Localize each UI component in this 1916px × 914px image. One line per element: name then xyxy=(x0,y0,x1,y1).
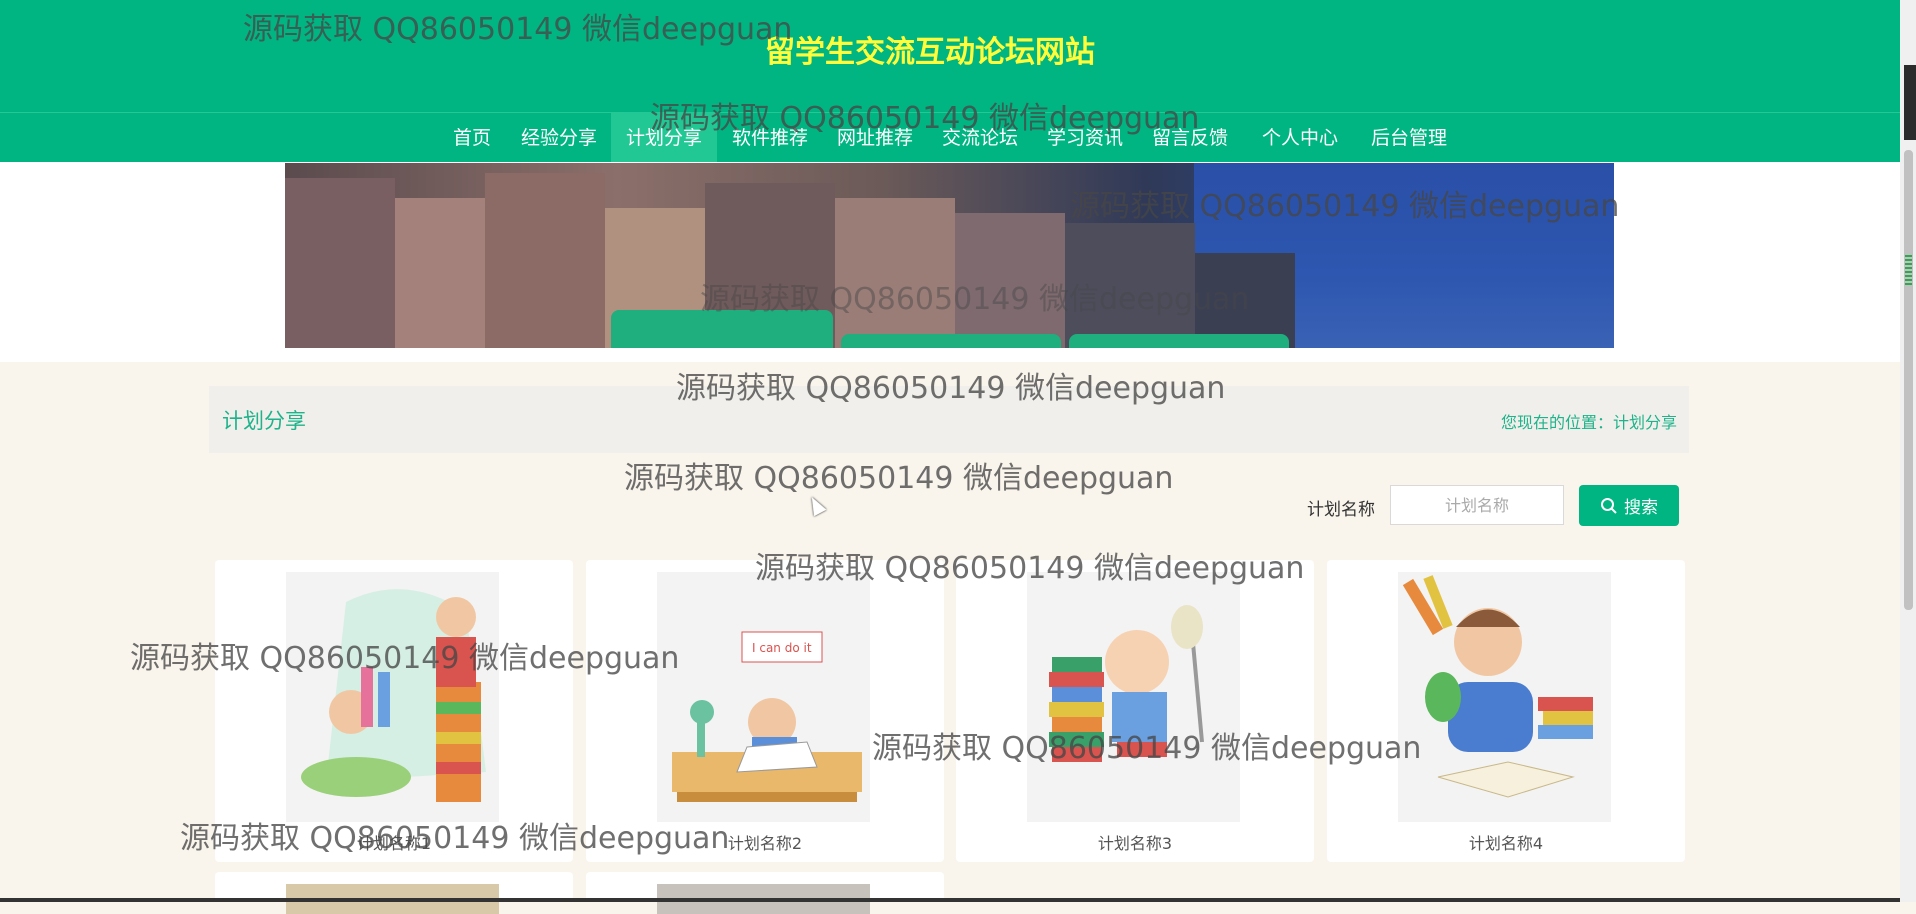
plan-thumbnail xyxy=(286,572,499,822)
plan-thumbnail-illustration xyxy=(1402,575,1593,798)
search-label: 计划名称 xyxy=(1307,500,1375,520)
breadcrumb: 您现在的位置：计划分享 xyxy=(1500,413,1677,432)
watermark: 源码获取 QQ86050149 微信deepguan xyxy=(650,101,1200,136)
watermark: 源码获取 QQ86050149 微信deepguan xyxy=(243,12,793,47)
plan-card[interactable]: 计划名称3 xyxy=(956,560,1314,862)
mouse-cursor-icon xyxy=(805,493,827,517)
banner-building xyxy=(485,173,605,348)
banner-building xyxy=(835,198,955,348)
search-input[interactable] xyxy=(1390,485,1564,525)
watermark: 源码获取 QQ86050149 微信deepguan xyxy=(180,821,730,856)
plan-thumbnail xyxy=(1027,572,1240,822)
banner-tab[interactable] xyxy=(841,334,1061,348)
search-button[interactable]: 搜索 xyxy=(1579,485,1679,526)
watermark: 源码获取 QQ86050149 微信deepguan xyxy=(1070,189,1620,224)
banner-tab[interactable] xyxy=(1069,334,1289,348)
banner-building xyxy=(285,178,395,348)
plan-thumbnail xyxy=(1398,572,1611,822)
plan-card[interactable]: 计划名称4 xyxy=(1327,560,1685,862)
plan-thumbnail: I can do it xyxy=(657,572,870,822)
plan-name[interactable]: 计划名称4 xyxy=(1327,830,1685,854)
nav-item-experience[interactable]: 经验分享 xyxy=(512,113,606,163)
watermark: 源码获取 QQ86050149 微信deepguan xyxy=(624,461,1174,496)
nav-item-admin[interactable]: 后台管理 xyxy=(1361,113,1457,163)
nav-item-home[interactable]: 首页 xyxy=(440,113,504,163)
banner-building xyxy=(395,198,485,348)
watermark: 源码获取 QQ86050149 微信deepguan xyxy=(755,551,1305,586)
plan-thumbnail-illustration xyxy=(301,589,486,802)
search-icon xyxy=(1601,497,1617,514)
watermark: 源码获取 QQ86050149 微信deepguan xyxy=(130,641,680,676)
scrollbar-thumb[interactable] xyxy=(1904,150,1913,610)
watermark: 源码获取 QQ86050149 微信deepguan xyxy=(676,371,1226,406)
scrollbar-top-widget xyxy=(1904,65,1916,140)
plan-name[interactable]: 计划名称3 xyxy=(956,830,1314,854)
section-title: 计划分享 xyxy=(222,409,306,433)
svg-text:I can do it: I can do it xyxy=(752,641,812,655)
search-button-label: 搜索 xyxy=(1624,498,1658,518)
watermark: 源码获取 QQ86050149 微信deepguan xyxy=(872,731,1422,766)
nav-item-profile[interactable]: 个人中心 xyxy=(1252,113,1348,163)
plan-thumbnail-illustration: I can do it xyxy=(672,631,862,802)
scrollbar-grip[interactable] xyxy=(1905,255,1912,285)
plan-thumbnail-illustration xyxy=(1049,605,1204,762)
window-bottom-edge xyxy=(0,898,1900,902)
watermark: 源码获取 QQ86050149 微信deepguan xyxy=(700,282,1250,317)
